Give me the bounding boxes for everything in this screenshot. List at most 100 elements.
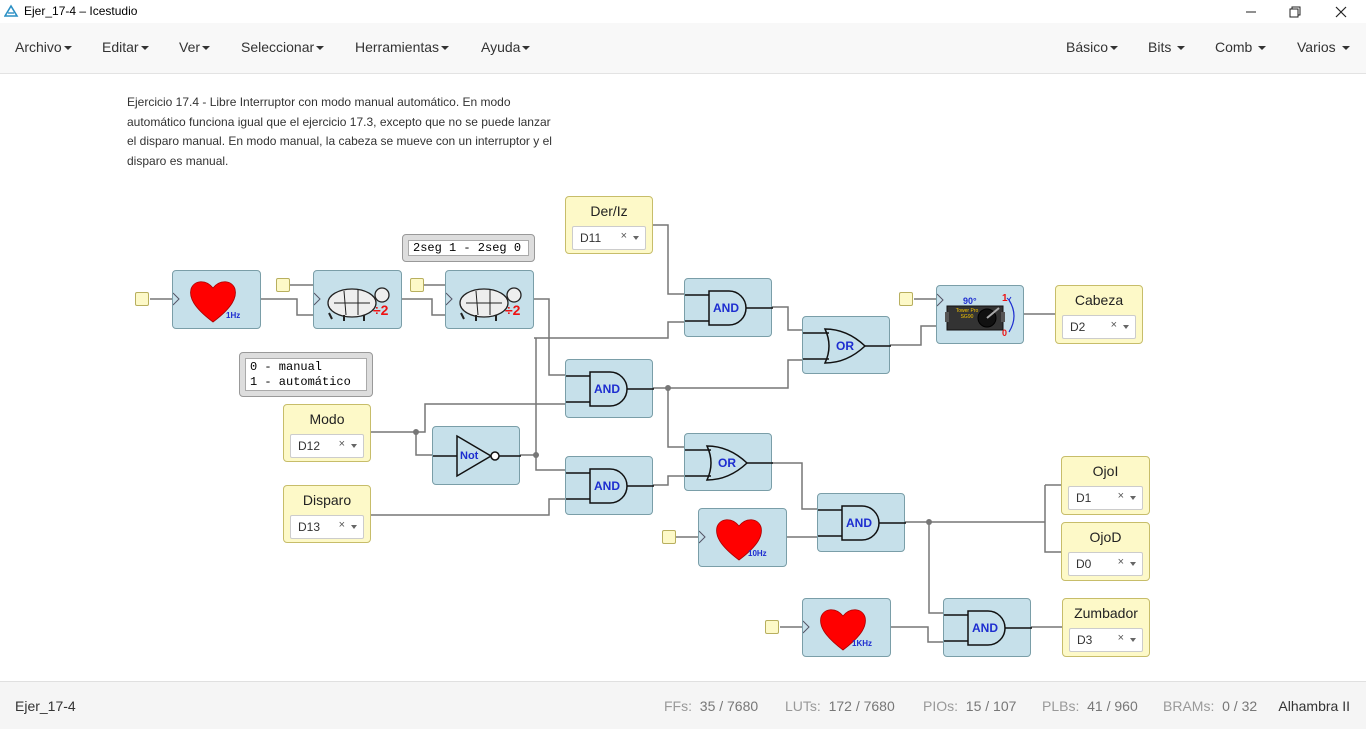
comment-mode[interactable]: 0 - manual 1 - automático [239,352,373,397]
comment-seg[interactable]: 2seg 1 - 2seg 0 [402,234,535,262]
input-der-iz[interactable]: Der/Iz D11 × [565,196,653,254]
or-gate-2[interactable]: OR [684,433,773,491]
menu-ayuda-label: Ayuda [481,39,521,55]
menu-editar[interactable]: Editar [102,39,149,55]
menu-editar-label: Editar [102,39,139,55]
stat-brams-value: 0 / 32 [1222,698,1258,714]
menu-varios[interactable]: Varios [1297,39,1350,55]
menu-ayuda[interactable]: Ayuda [481,39,531,55]
menu-bits[interactable]: Bits [1148,39,1186,55]
divider-block-2[interactable]: ÷2 [445,270,534,329]
menu-herramientas[interactable]: Herramientas [355,39,450,55]
input-modo[interactable]: Modo D12 × [283,404,371,462]
heart-icon [173,281,236,323]
pin-select[interactable]: D2 × [1062,315,1136,339]
or-gate-label: OR [836,339,854,353]
pin-select[interactable]: D11 × [572,226,646,250]
icestudio-logo-icon [3,4,19,21]
menu-basico[interactable]: Básico [1066,39,1119,55]
servo-icon [937,293,1015,333]
pin-clear-icon[interactable]: × [1118,490,1124,502]
pin-select[interactable]: D1 × [1068,486,1143,510]
and-gate-4[interactable]: AND [817,493,906,552]
input-port[interactable] [662,530,676,544]
heart-10hz-block[interactable]: 10Hz [698,508,787,567]
menu-seleccionar[interactable]: Seleccionar [241,39,325,55]
board-name[interactable]: Alhambra II [1278,698,1350,714]
divider-block-1[interactable]: ÷2 [313,270,402,329]
servo-zero-label: 0 [1002,328,1008,338]
pin-value: D11 [580,231,602,245]
or-gate-1[interactable]: OR [802,316,891,374]
output-cabeza[interactable]: Cabeza D2 × [1055,285,1143,344]
not-gate[interactable]: Not [432,426,521,485]
project-name: Ejer_17-4 [15,698,76,714]
divider-label: ÷2 [373,302,389,318]
restore-icon[interactable] [1272,0,1318,23]
caret-down-icon [1258,46,1267,51]
stat-ffs: FFs: 35 / 7680 [664,698,758,714]
design-canvas[interactable]: Ejercicio 17.4 - Libre Interruptor con m… [0,74,1366,680]
io-label: OjoD [1089,529,1122,545]
and-gate-1[interactable]: AND [684,278,773,337]
pin-value: D0 [1076,557,1092,571]
pin-clear-icon[interactable]: × [1118,556,1124,568]
heart-freq-label: 10Hz [748,549,767,558]
menu-comb[interactable]: Comb [1215,39,1267,55]
output-ojod[interactable]: OjoD D0 × [1061,522,1150,581]
and-gate-label: AND [846,516,872,530]
pin-value: D3 [1077,633,1093,647]
and-gate-5[interactable]: AND [943,598,1032,657]
chevron-down-icon [351,525,357,529]
caret-down-icon [1177,46,1186,51]
menu-archivo[interactable]: Archivo [15,39,72,55]
pin-clear-icon[interactable]: × [1118,632,1124,644]
and-gate-2[interactable]: AND [565,359,654,418]
menu-bar: Archivo Editar Ver Seleccionar Herramien… [0,23,1366,74]
window-titlebar: Ejer_17-4 – Icestudio [0,0,1366,23]
pin-clear-icon[interactable]: × [1111,319,1117,331]
menu-herramientas-label: Herramientas [355,39,440,55]
servo-one-label: 1 [1002,293,1008,304]
stat-pios: PIOs: 15 / 107 [923,698,1016,714]
close-icon[interactable] [1318,0,1364,23]
stat-plbs-label: PLBs: [1042,698,1080,714]
input-port[interactable] [765,620,779,634]
stat-plbs: PLBs: 41 / 960 [1042,698,1138,714]
heart-1khz-block[interactable]: 1KHz [802,598,891,657]
pin-select[interactable]: D12 × [290,434,364,458]
io-label: Cabeza [1074,292,1124,308]
pin-clear-icon[interactable]: × [339,438,345,450]
menu-basico-label: Básico [1066,39,1109,55]
pin-select[interactable]: D0 × [1068,552,1143,576]
servo-angle-label: 90° [963,296,977,306]
menu-ver[interactable]: Ver [179,39,211,55]
servo-block[interactable]: 90° 1 0 Tower Pro SG90 [936,285,1024,344]
chevron-down-icon [1123,325,1129,329]
heart-1hz-block[interactable]: 1Hz [172,270,261,329]
pin-clear-icon[interactable]: × [339,519,345,531]
input-port[interactable] [899,292,913,306]
input-port[interactable] [276,278,290,292]
menu-archivo-label: Archivo [15,39,62,55]
caret-down-icon [1341,46,1350,51]
output-zumbador[interactable]: Zumbador D3 × [1062,598,1150,657]
caret-down-icon [441,46,450,51]
and-gate-label: AND [594,382,620,396]
menu-seleccionar-label: Seleccionar [241,39,315,55]
minimize-icon[interactable] [1228,0,1274,23]
pin-select[interactable]: D13 × [290,515,364,539]
input-port[interactable] [135,292,149,306]
pin-clear-icon[interactable]: × [621,230,627,242]
output-ojoi[interactable]: OjoI D1 × [1061,456,1150,515]
chevron-down-icon [1130,562,1136,566]
caret-down-icon [202,46,211,51]
pin-select[interactable]: D3 × [1069,628,1143,652]
io-label: OjoI [1092,463,1119,479]
io-label: Modo [309,411,345,427]
input-port[interactable] [410,278,424,292]
caret-down-icon [140,46,149,51]
input-disparo[interactable]: Disparo D13 × [283,485,371,543]
and-gate-3[interactable]: AND [565,456,654,515]
stat-brams: BRAMs: 0 / 32 [1163,698,1257,714]
